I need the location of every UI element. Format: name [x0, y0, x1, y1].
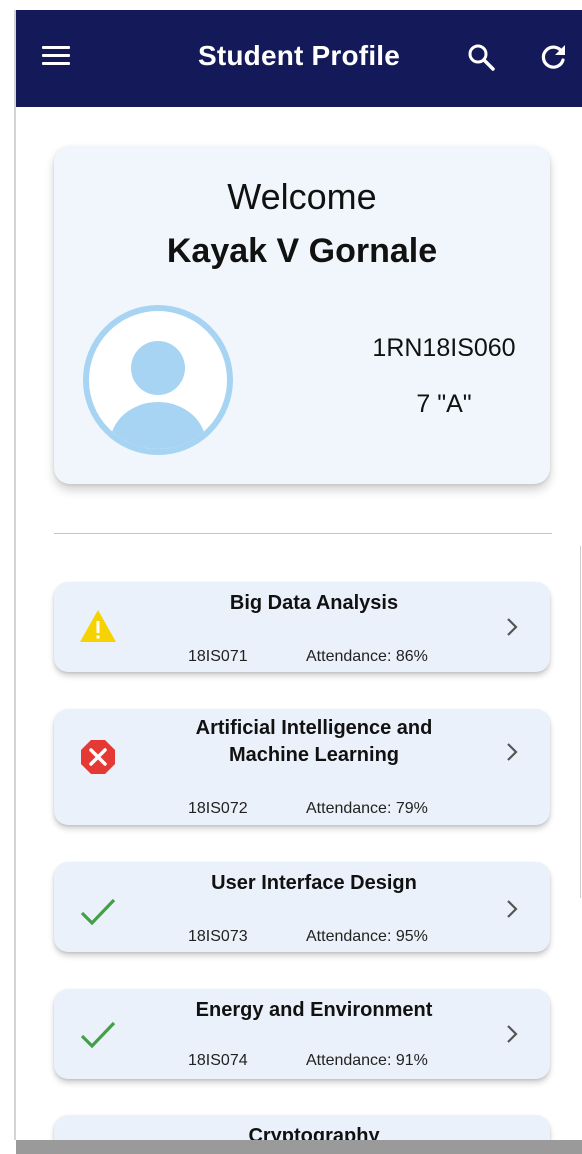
attendance-text: Attendance: 91% — [306, 1052, 428, 1069]
app-bar: Student Profile — [16, 10, 582, 107]
welcome-text: Welcome — [227, 176, 377, 217]
chevron-right-icon — [507, 743, 518, 761]
error-icon — [81, 740, 115, 774]
course-code: 18IS071 — [188, 648, 248, 665]
course-name: User Interface Design — [211, 872, 417, 894]
course-code: 18IS073 — [188, 928, 248, 945]
check-icon — [80, 1021, 116, 1049]
app-screen: Student Profile Welcome Kayak V Gornale — [16, 10, 582, 1140]
course-name: Big Data Analysis — [229, 592, 399, 614]
attendance-text: Attendance: 79% — [306, 800, 428, 817]
student-name: Kayak V Gornale — [166, 232, 438, 270]
chevron-right-icon — [507, 1025, 518, 1043]
profile-card: Welcome Kayak V Gornale 1RN18IS060 7 "A" — [54, 146, 550, 484]
course-card-ai-ml[interactable]: Artificial Intelligence and Machine Lear… — [54, 709, 550, 825]
course-code: 18IS074 — [188, 1052, 248, 1069]
chevron-right-icon — [507, 618, 518, 636]
student-usn: 1RN18IS060 — [372, 334, 516, 362]
background-line — [580, 546, 581, 898]
attendance-text: Attendance: 95% — [306, 928, 428, 945]
divider — [54, 533, 552, 534]
refresh-icon — [541, 45, 565, 69]
course-card-big-data[interactable]: Big Data Analysis 18IS071 Attendance: 86… — [54, 582, 550, 672]
course-card-energy[interactable]: Energy and Environment 18IS074 Attendanc… — [54, 989, 550, 1079]
search-icon — [468, 44, 495, 71]
course-name: Artificial Intelligence and Machine Lear… — [195, 717, 433, 766]
course-card-ui-design[interactable]: User Interface Design 18IS073 Attendance… — [54, 862, 550, 952]
course-card-cryptography[interactable]: Cryptography — [54, 1115, 550, 1140]
page-title: Student Profile — [197, 40, 401, 71]
chevron-right-icon — [507, 900, 518, 918]
attendance-text: Attendance: 86% — [306, 648, 428, 665]
refresh-button[interactable] — [538, 42, 568, 72]
search-button[interactable] — [466, 42, 496, 72]
avatar — [83, 305, 233, 455]
check-icon — [80, 898, 116, 926]
warning-icon — [80, 610, 116, 642]
course-name: Cryptography — [248, 1125, 380, 1140]
course-code: 18IS072 — [188, 800, 248, 817]
frame-top — [0, 0, 582, 10]
student-section: 7 "A" — [416, 390, 472, 418]
course-name: Energy and Environment — [195, 999, 433, 1021]
